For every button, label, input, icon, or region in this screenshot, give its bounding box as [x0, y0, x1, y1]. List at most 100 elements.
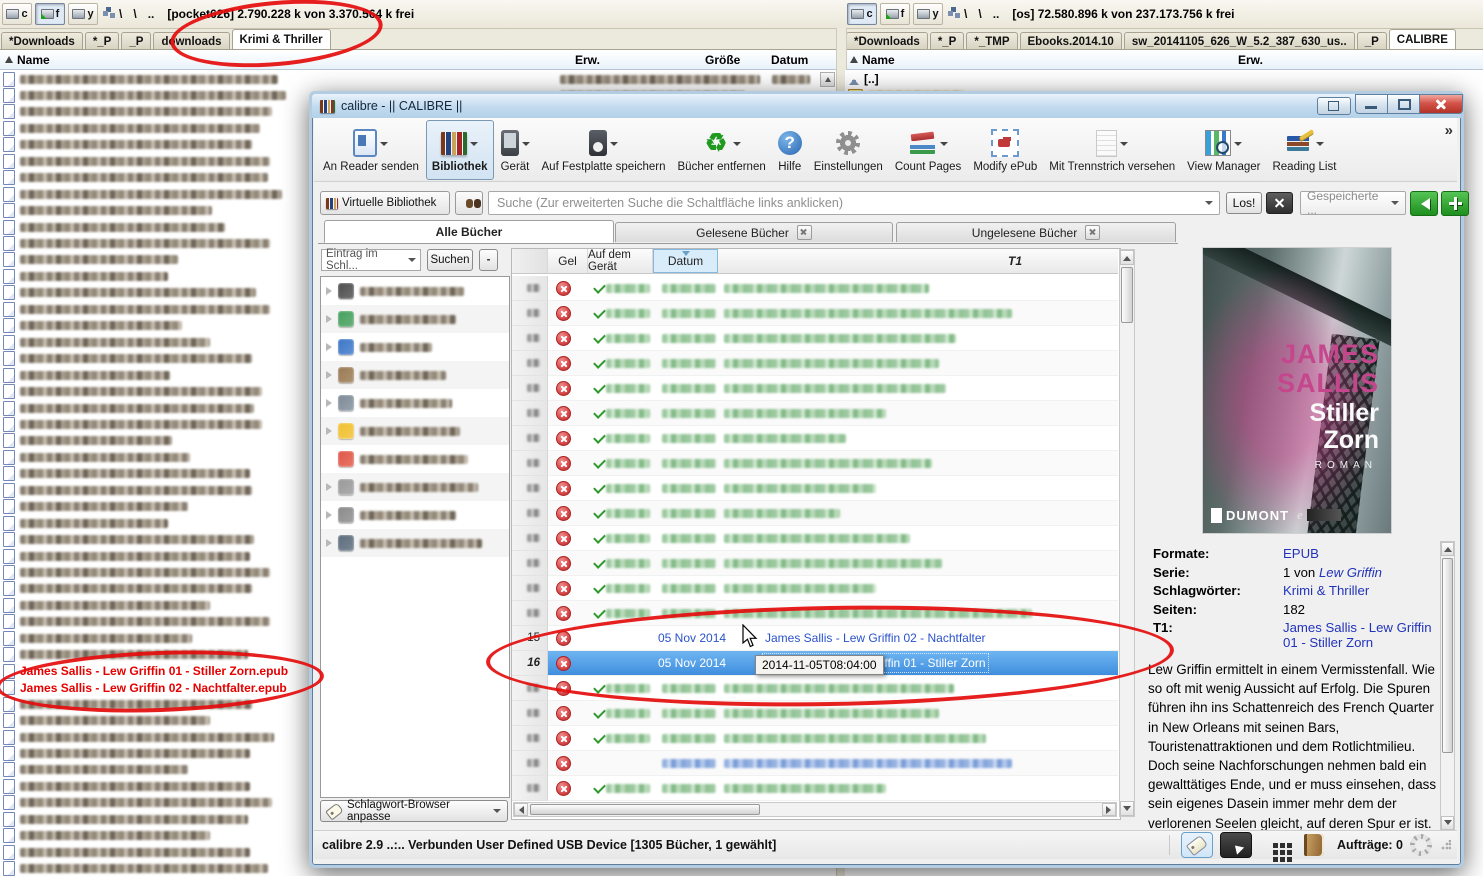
dropdown-arrow-icon[interactable] — [470, 141, 479, 150]
row-body[interactable] — [548, 676, 1118, 701]
virtual-library-button[interactable]: Virtuelle Bibliothek — [320, 191, 450, 215]
file-row[interactable] — [0, 745, 250, 761]
tc-right-tab-1[interactable]: *Downloads — [846, 32, 928, 50]
table-vscrollbar[interactable] — [1119, 249, 1135, 817]
row-body[interactable] — [548, 526, 1118, 551]
column-header-ext[interactable]: Erw. — [1233, 50, 1483, 70]
file-row[interactable] — [0, 351, 252, 367]
tc-left-tab-3[interactable]: _P — [121, 32, 152, 50]
file-row[interactable] — [0, 170, 268, 186]
scroll-up-button[interactable] — [820, 72, 835, 87]
expand-icon[interactable] — [326, 483, 332, 491]
tc-right-tab-4[interactable]: Ebooks.2014.10 — [1019, 32, 1122, 50]
tc-left-tab-4[interactable]: downloads — [153, 32, 230, 50]
drive-f-button[interactable]: f — [35, 3, 65, 25]
book-row[interactable] — [512, 776, 1118, 801]
file-row[interactable] — [0, 384, 262, 400]
book-row[interactable] — [512, 426, 1118, 451]
toolbar-extra-button[interactable] — [1317, 97, 1351, 115]
column-header-ext[interactable]: Erw. — [570, 50, 706, 70]
file-row[interactable] — [0, 565, 270, 581]
file-row[interactable] — [0, 811, 248, 827]
row-body[interactable] — [548, 576, 1118, 601]
tc-right-tab-7[interactable]: CALIBRE — [1388, 29, 1456, 50]
root-button[interactable]: \ — [974, 7, 985, 21]
root-button[interactable]: \ — [129, 7, 140, 21]
scroll-right-button[interactable] — [1102, 803, 1116, 816]
series-link[interactable]: Lew Griffin — [1319, 565, 1382, 580]
tag-category-row[interactable] — [321, 473, 509, 501]
tag-category-row[interactable] — [321, 333, 509, 361]
file-row[interactable] — [0, 104, 272, 120]
column-header-size[interactable]: Größe — [700, 50, 772, 70]
file-row[interactable] — [0, 416, 262, 432]
drive-y-button[interactable]: y — [913, 3, 943, 25]
file-row[interactable] — [0, 828, 210, 844]
book-row[interactable] — [512, 401, 1118, 426]
file-row[interactable] — [0, 87, 286, 103]
row-body[interactable] — [548, 726, 1118, 751]
book-row[interactable] — [512, 476, 1118, 501]
row-body[interactable] — [548, 601, 1118, 626]
toolbar-item-viewmgr[interactable]: View Manager — [1182, 121, 1265, 179]
expand-icon[interactable] — [326, 287, 332, 295]
toolbar-overflow-button[interactable]: » — [1445, 122, 1453, 139]
row-body[interactable]: 05 Nov 2014 James Sallis - Lew Griffin 02… — [548, 626, 1118, 651]
dropdown-arrow-icon[interactable] — [521, 141, 530, 150]
expand-icon[interactable] — [326, 315, 332, 323]
file-row[interactable] — [0, 532, 254, 548]
saved-search-add-button[interactable] — [1441, 191, 1469, 216]
row-body[interactable] — [548, 426, 1118, 451]
column-header-t1[interactable]: T1 — [718, 249, 1118, 273]
search-input[interactable] — [488, 191, 1220, 215]
tag-browser-list[interactable] — [320, 276, 510, 798]
tag-category-row[interactable] — [321, 445, 509, 473]
file-row[interactable] — [0, 285, 256, 301]
file-row[interactable] — [0, 301, 270, 317]
format-link[interactable]: EPUB — [1283, 546, 1319, 561]
file-row[interactable] — [0, 252, 178, 268]
root-button[interactable]: \ — [115, 7, 126, 21]
tag-category-row[interactable] — [321, 529, 509, 557]
expand-icon[interactable] — [326, 343, 332, 351]
file-row[interactable] — [0, 466, 250, 482]
parent-dir-row[interactable]: [..] — [845, 71, 879, 87]
toolbar-item-help[interactable]: ? Hilfe — [773, 121, 807, 179]
row-body[interactable] — [548, 301, 1118, 326]
file-row[interactable] — [0, 647, 248, 663]
file-row[interactable] — [0, 614, 270, 630]
file-row[interactable] — [0, 400, 254, 416]
dropdown-arrow-icon[interactable] — [1120, 141, 1129, 150]
row-body[interactable] — [548, 476, 1118, 501]
file-row[interactable] — [0, 318, 182, 334]
tag-link[interactable]: Krimi & Thriller — [1283, 583, 1369, 598]
row-body[interactable] — [548, 751, 1118, 776]
toolbar-item-trenn[interactable]: Mit Trennstrich versehen — [1044, 121, 1180, 179]
search-dropdown-icon[interactable] — [1205, 201, 1213, 209]
file-row[interactable] — [0, 449, 190, 465]
marked-file-row[interactable]: James Sallis - Lew Griffin 01 - Stiller … — [0, 663, 288, 679]
book-row[interactable] — [512, 451, 1118, 476]
scroll-down-button[interactable] — [1441, 816, 1454, 830]
row-body[interactable] — [548, 776, 1118, 801]
book-cover[interactable]: JAMES SALLIS Stiller Zorn ROMAN DUMONT e — [1203, 248, 1391, 533]
t1-link[interactable]: James Sallis - Lew Griffin 01 - Stiller … — [1283, 620, 1449, 650]
view-tab-3[interactable]: Ungelesene Bücher — [896, 222, 1176, 242]
dropdown-arrow-icon[interactable] — [1234, 141, 1243, 150]
tag-category-row[interactable] — [321, 277, 509, 305]
file-row[interactable] — [0, 186, 282, 202]
row-body[interactable] — [548, 276, 1118, 301]
network-icon[interactable] — [103, 10, 108, 16]
row-body[interactable] — [548, 351, 1118, 376]
table-hscrollbar[interactable] — [513, 802, 1117, 817]
tab-close-icon[interactable] — [1085, 225, 1101, 240]
tag-minus-button[interactable]: - — [479, 249, 498, 271]
details-scrollbar[interactable] — [1440, 541, 1455, 831]
toolbar-item-modify[interactable]: Modify ePub — [968, 121, 1042, 179]
tag-category-row[interactable] — [321, 501, 509, 529]
file-row[interactable] — [0, 696, 252, 712]
view-tab-1[interactable]: Alle Bücher — [324, 220, 614, 243]
search-go-button[interactable]: Los! — [1226, 192, 1262, 214]
tc-right-tab-6[interactable]: _P — [1356, 32, 1387, 50]
file-row[interactable] — [0, 548, 250, 564]
